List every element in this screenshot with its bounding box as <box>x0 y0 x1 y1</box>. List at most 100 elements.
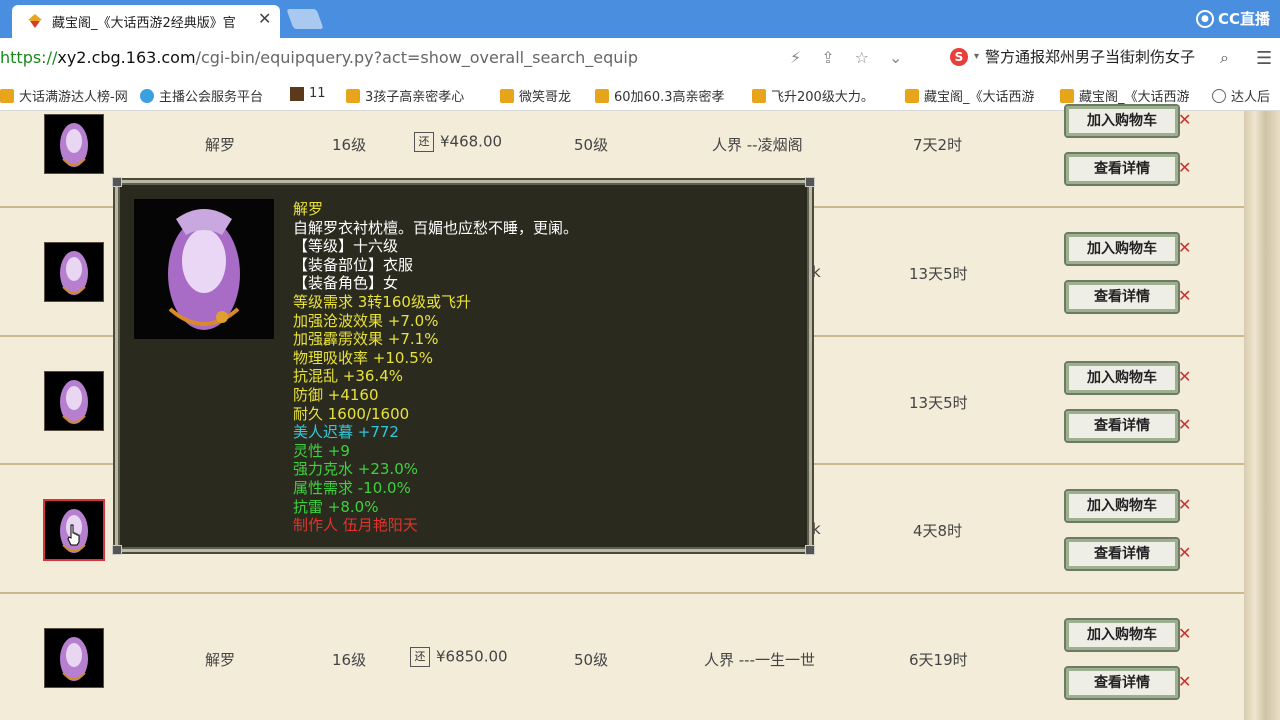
occluded-text: k <box>812 263 821 281</box>
bookmark-icon <box>500 88 514 103</box>
tooltip-attribute-line: 自解罗衣衬枕檀。百媚也应愁不睡，更阑。 <box>293 218 579 237</box>
bookmark-item[interactable]: 藏宝阁_《大话西游 <box>1060 86 1190 105</box>
close-icon[interactable]: ✕ <box>1178 238 1191 257</box>
bookmark-item[interactable]: 飞升200级大力。 <box>752 86 874 105</box>
item-server: 人界 --凌烟阁 <box>712 136 803 154</box>
bookmark-item[interactable]: 11 <box>290 86 326 101</box>
item-price: 还 ¥468.00 <box>414 132 502 152</box>
close-icon[interactable]: ✕ <box>1178 495 1191 514</box>
bookmark-item[interactable]: 达人后 <box>1212 86 1270 105</box>
tooltip-corner <box>805 545 815 555</box>
bookmark-item[interactable]: 藏宝阁_《大话西游 <box>905 86 1035 105</box>
news-ticker[interactable]: S ▾ 警方通报郑州男子当街刺伤女子 <box>950 46 1195 67</box>
item-detail-tooltip: 解罗 自解罗衣衬枕檀。百媚也应愁不睡，更阑。 【等级】十六级 【装备部位】衣服 【装备角… <box>112 177 815 555</box>
sogou-s-icon: S <box>950 47 968 66</box>
bookmark-icon <box>290 86 304 101</box>
browser-titlebar: 藏宝阁_《大话西游2经典版》官 ✕ ● CC直播 <box>0 0 1280 38</box>
add-to-cart-button[interactable]: 加入购物车 <box>1064 104 1180 138</box>
menu-icon[interactable]: ☰ <box>1256 48 1272 69</box>
add-to-cart-button[interactable]: 加入购物车 <box>1064 361 1180 395</box>
occluded-text: k <box>812 520 821 538</box>
tooltip-attributes: 解罗 自解罗衣衬枕檀。百媚也应愁不睡，更阑。 【等级】十六级 【装备部位】衣服 【装备角… <box>293 200 578 535</box>
tooltip-attribute-line: 抗雷 +8.0% <box>293 497 379 516</box>
address-bar[interactable]: https://xy2.cbg.163.com/cgi-bin/equipque… <box>0 38 1280 81</box>
close-icon[interactable]: ✕ <box>1178 110 1191 129</box>
bookmark-item[interactable]: 大话满游达人榜-网 <box>0 86 128 105</box>
close-icon[interactable]: ✕ <box>1178 158 1191 177</box>
lightning-icon[interactable]: ⚡ <box>790 48 801 67</box>
tooltip-attribute-line: 【等级】十六级 <box>293 237 399 256</box>
bookmark-item[interactable]: 3孩子高亲密孝心 <box>346 86 464 105</box>
item-price: 还 ¥6850.00 <box>410 647 508 667</box>
tab-title: 藏宝阁_《大话西游2经典版》官 <box>52 16 236 31</box>
add-to-cart-button[interactable]: 加入购物车 <box>1064 232 1180 266</box>
robe-icon <box>60 380 88 424</box>
item-time-left: 7天2时 <box>913 136 963 154</box>
tooltip-attribute-line: 制作人 伍月艳阳天 <box>293 516 418 535</box>
item-level: 16级 <box>332 136 367 154</box>
view-details-button[interactable]: 查看详情 <box>1064 152 1180 186</box>
treasure-pavilion-icon <box>28 14 42 28</box>
bookmark-item[interactable]: 60加60.3高亲密孝 <box>595 86 725 105</box>
view-details-button[interactable]: 查看详情 <box>1064 280 1180 314</box>
tooltip-attribute-line: 灵性 +9 <box>293 441 350 460</box>
item-thumbnail[interactable] <box>44 242 104 302</box>
item-thumbnail[interactable] <box>44 371 104 431</box>
url-text[interactable]: https://xy2.cbg.163.com/cgi-bin/equipque… <box>0 48 638 67</box>
url-path: /cgi-bin/equipquery.py?act=show_overall_… <box>195 48 639 67</box>
close-icon[interactable]: ✕ <box>1178 672 1191 691</box>
close-icon[interactable]: ✕ <box>1178 286 1191 305</box>
page-frame-border <box>1244 111 1280 720</box>
row-divider <box>0 592 1244 594</box>
close-icon[interactable]: ✕ <box>1178 543 1191 562</box>
item-time-left: 13天5时 <box>909 265 968 283</box>
item-req-level: 50级 <box>574 136 609 154</box>
tooltip-corner <box>805 177 815 187</box>
brand-name: CC直播 <box>1217 10 1270 28</box>
bookmark-item[interactable]: 主播公会服务平台 <box>140 86 263 105</box>
tooltip-attribute-line: 强力克水 +23.0% <box>293 460 418 479</box>
share-icon[interactable]: ⇪ <box>821 48 834 67</box>
url-host: xy2.cbg.163.com <box>57 48 196 67</box>
close-icon[interactable]: ✕ <box>1178 624 1191 643</box>
item-name[interactable]: 解罗 <box>205 134 235 155</box>
item-req-level: 50级 <box>574 651 609 669</box>
close-icon[interactable]: ✕ <box>1178 367 1191 386</box>
news-text[interactable]: 警方通报郑州男子当街刺伤女子 <box>985 46 1195 67</box>
bargain-icon[interactable]: 还 <box>410 647 430 667</box>
robe-icon <box>60 123 88 167</box>
dropdown-caret-icon[interactable]: ▾ <box>974 51 979 62</box>
add-to-cart-button[interactable]: 加入购物车 <box>1064 618 1180 652</box>
tooltip-attribute-line: 加强霹雳效果 +7.1% <box>293 330 439 349</box>
tooltip-attribute-line: 等级需求 3转160级或飞升 <box>293 292 471 311</box>
tooltip-attribute-line: 【装备部位】衣服 <box>293 255 414 274</box>
globe-icon <box>1212 88 1226 103</box>
tooltip-attribute-line: 属性需求 -10.0% <box>293 478 411 497</box>
bookmark-icon <box>1060 88 1074 103</box>
browser-tab[interactable]: 藏宝阁_《大话西游2经典版》官 ✕ <box>12 5 280 38</box>
item-time-left: 6天19时 <box>909 651 968 669</box>
search-icon[interactable]: ⌕ <box>1220 48 1229 68</box>
new-tab-button[interactable] <box>286 9 324 29</box>
view-details-button[interactable]: 查看详情 <box>1064 409 1180 443</box>
close-icon[interactable]: ✕ <box>1178 415 1191 434</box>
bookmark-icon <box>752 88 766 103</box>
tooltip-attribute-line: 美人迟暮 +772 <box>293 423 399 442</box>
robe-icon <box>60 637 88 681</box>
add-to-cart-button[interactable]: 加入购物车 <box>1064 489 1180 523</box>
item-level: 16级 <box>332 651 367 669</box>
chevron-down-icon[interactable]: ⌄ <box>889 48 902 67</box>
item-thumbnail[interactable] <box>44 114 104 174</box>
bookmark-item[interactable]: 微笑哥龙 <box>500 86 571 105</box>
bargain-icon[interactable]: 还 <box>414 132 434 152</box>
star-bookmark-icon[interactable]: ☆ <box>855 48 869 67</box>
item-time-left: 4天8时 <box>913 522 963 540</box>
tooltip-attribute-line: 物理吸收率 +10.5% <box>293 348 433 367</box>
item-thumbnail[interactable] <box>44 628 104 688</box>
tab-close-icon[interactable]: ✕ <box>258 9 271 28</box>
tooltip-attribute-line: 耐久 1600/1600 <box>293 404 410 423</box>
item-name[interactable]: 解罗 <box>205 649 235 670</box>
view-details-button[interactable]: 查看详情 <box>1064 666 1180 700</box>
view-details-button[interactable]: 查看详情 <box>1064 537 1180 571</box>
cc-logo-icon: ● <box>1195 9 1214 28</box>
